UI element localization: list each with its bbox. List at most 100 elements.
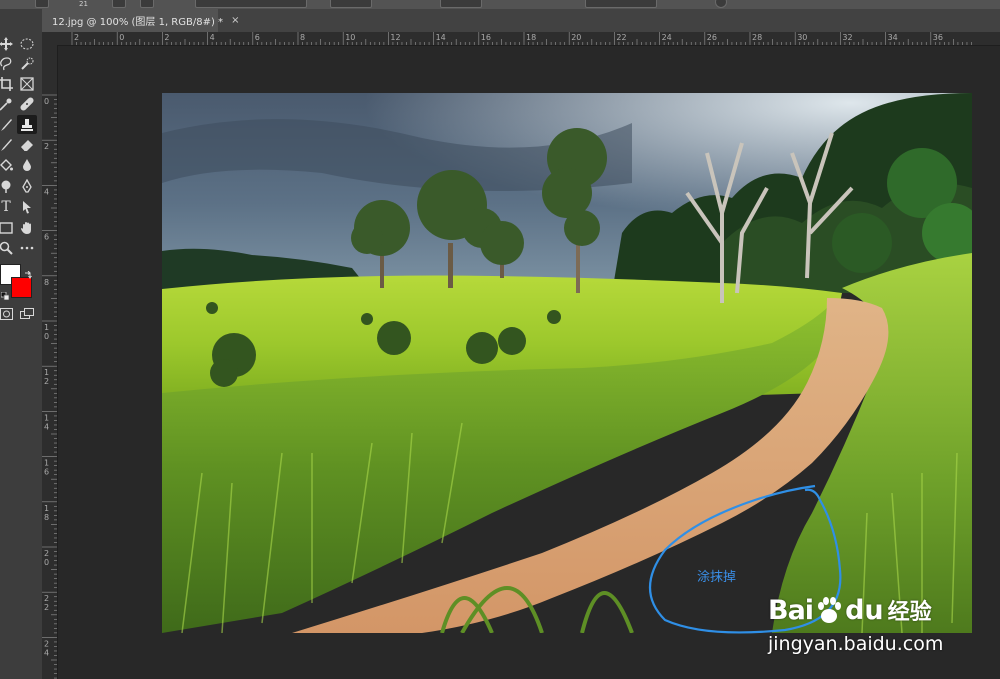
brush-panel-button[interactable] — [112, 0, 126, 8]
pressure-toggle[interactable] — [715, 0, 727, 8]
path-select-tool[interactable] — [17, 197, 37, 216]
move-tool[interactable] — [0, 34, 16, 53]
horizontal-ruler[interactable]: 2 0 2 4 6 8 10 12 14 16 18 20 22 24 26 28 30 32 34 36 — [57, 32, 1000, 46]
ruler-label: 8 — [300, 33, 305, 42]
ruler-label: 1 — [44, 368, 49, 377]
blur-tool[interactable] — [17, 155, 37, 174]
annotation-label: 涂抹掉 — [697, 570, 737, 585]
ruler-label: 4 — [44, 187, 49, 196]
ruler-label: 24 — [662, 33, 672, 42]
ruler-label: 4 — [44, 648, 49, 657]
paw-icon — [818, 597, 842, 623]
ellipsis-icon — [20, 246, 34, 249]
document-tab-bar: 12.jpg @ 100% (图层 1, RGB/8#) * × — [42, 9, 1000, 33]
screen-mode-button[interactable] — [17, 304, 37, 323]
options-preset-button[interactable] — [35, 0, 49, 8]
clone-source-button[interactable] — [140, 0, 154, 8]
type-tool[interactable]: T — [0, 197, 16, 216]
close-icon[interactable]: × — [231, 15, 239, 26]
frame-icon — [20, 76, 34, 91]
eraser-tool[interactable] — [17, 135, 37, 154]
ruler-origin[interactable] — [42, 32, 58, 46]
more-tools[interactable] — [17, 238, 37, 257]
crop-tool[interactable] — [0, 74, 16, 93]
ruler-label: 32 — [842, 33, 852, 42]
ruler-label: 12 — [390, 33, 400, 42]
ruler-label: 0 — [119, 33, 124, 42]
ruler-label: 34 — [888, 33, 898, 42]
zoom-icon — [0, 241, 13, 255]
ruler-label: 2 — [44, 594, 49, 603]
ruler-label: 6 — [44, 468, 49, 477]
ruler-label: 36 — [933, 33, 943, 42]
frame-tool[interactable] — [17, 74, 37, 93]
ruler-label: 2 — [44, 377, 49, 386]
ruler-label: 16 — [481, 33, 491, 42]
ruler-label: 0 — [44, 332, 49, 341]
bandage-icon — [20, 96, 34, 111]
ruler-label: 1 — [44, 504, 49, 513]
lasso-tool[interactable] — [0, 54, 16, 73]
rectangle-tool[interactable] — [0, 218, 16, 237]
default-colors-icon[interactable] — [0, 285, 10, 304]
quick-mask-icon — [0, 307, 13, 320]
brush-icon — [1, 118, 12, 131]
brush-tool[interactable] — [0, 115, 16, 134]
ruler-label: 6 — [255, 33, 260, 42]
lasso-icon — [0, 56, 12, 70]
vertical-ruler[interactable]: 024681012141618202224 — [42, 45, 58, 679]
hand-tool[interactable] — [17, 218, 37, 237]
pen-tool[interactable] — [17, 176, 37, 195]
ruler-label: 22 — [616, 33, 626, 42]
tools-panel: T — [0, 9, 43, 679]
ruler-label: 2 — [74, 33, 79, 42]
history-brush-tool[interactable] — [0, 135, 16, 154]
baidu-jingyan-logo: Bai du 经验 — [768, 590, 932, 630]
opacity-field[interactable] — [330, 0, 372, 8]
ruler-label: 2 — [44, 549, 49, 558]
quick-select-tool[interactable] — [17, 54, 37, 73]
clone-stamp-tool[interactable] — [17, 115, 37, 134]
canvas-image[interactable] — [162, 93, 972, 633]
ruler-label: 2 — [44, 639, 49, 648]
ruler-label: 8 — [44, 278, 49, 287]
ruler-label: 6 — [44, 233, 49, 242]
mode-dropdown[interactable] — [195, 0, 307, 8]
marquee-tool[interactable] — [17, 34, 37, 53]
zoom-tool[interactable] — [0, 238, 16, 257]
eyedropper-tool[interactable] — [0, 94, 16, 113]
ruler-label: 1 — [44, 459, 49, 468]
brush-size-value: 21 — [79, 0, 88, 8]
eyedropper-icon — [0, 98, 12, 111]
ruler-label: 8 — [44, 513, 49, 522]
document-tab[interactable]: 12.jpg @ 100% (图层 1, RGB/8#) * × — [42, 9, 239, 32]
ruler-label: 4 — [44, 422, 49, 431]
ellipse-marquee-icon — [20, 38, 34, 49]
ruler-label: 2 — [164, 33, 169, 42]
baidu-logo-du: du — [845, 594, 884, 626]
move-icon — [0, 36, 13, 51]
quick-mask-button[interactable] — [0, 304, 16, 323]
ruler-label: 0 — [44, 558, 49, 567]
eraser-icon — [20, 139, 33, 151]
pen-icon — [22, 178, 32, 193]
sample-dropdown[interactable] — [585, 0, 657, 8]
ruler-label: 18 — [526, 33, 536, 42]
ruler-label: 20 — [571, 33, 581, 42]
healing-tool[interactable] — [17, 94, 37, 113]
ruler-label: 28 — [752, 33, 762, 42]
stamp-icon — [21, 118, 33, 131]
ruler-label: 14 — [436, 33, 446, 42]
options-bar: 21 — [0, 0, 1000, 9]
jingyan-logo-text: 经验 — [887, 600, 932, 625]
paint-bucket-tool[interactable] — [0, 155, 16, 174]
dodge-tool[interactable] — [0, 176, 16, 195]
document-tab-title: 12.jpg @ 100% (图层 1, RGB/8#) * — [52, 17, 224, 28]
swap-colors-icon[interactable] — [24, 264, 32, 283]
ruler-label: 4 — [210, 33, 215, 42]
flow-field[interactable] — [440, 0, 482, 8]
ruler-label: 26 — [707, 33, 717, 42]
arrow-icon — [23, 200, 31, 213]
hand-icon — [21, 221, 31, 234]
quick-select-icon — [21, 57, 34, 70]
